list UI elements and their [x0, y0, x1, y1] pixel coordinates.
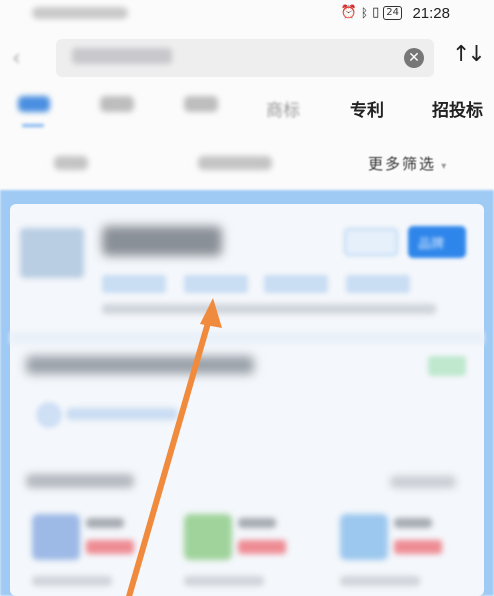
related-item-title [394, 518, 432, 528]
english-name [26, 356, 254, 374]
sort-icon[interactable]: ↑↓ [452, 42, 486, 67]
tab-patent[interactable]: 专利 [350, 96, 384, 121]
vibrate-icon: ▯ [372, 5, 380, 20]
divider [10, 332, 484, 344]
search-input[interactable]: ✕ [56, 39, 434, 77]
active-tab-indicator [22, 124, 44, 127]
status-bar: ⏰ ᛒ ▯ 24 21:28 [0, 0, 494, 28]
section-more-link[interactable] [390, 476, 456, 488]
search-header: ‹ ✕ ↑↓ [0, 30, 494, 86]
related-item-badge [238, 540, 286, 554]
filter-row: 更多筛选 ▾ [0, 140, 494, 184]
company-tag [102, 275, 166, 293]
tab-all[interactable] [18, 96, 50, 127]
tab-bidding[interactable]: 招投标 [432, 96, 483, 121]
filter-region[interactable] [54, 156, 88, 170]
status-badge [428, 356, 466, 376]
tab-people[interactable] [100, 96, 134, 117]
phone-icon[interactable] [36, 402, 62, 428]
related-item-sub [32, 576, 112, 586]
clock: 21:28 [412, 5, 450, 22]
company-tag [264, 275, 328, 293]
related-item-badge [86, 540, 134, 554]
phone-number[interactable] [66, 408, 178, 420]
company-tag [346, 275, 410, 293]
related-item-badge [394, 540, 442, 554]
chevron-down-icon: ▾ [436, 161, 449, 172]
app-screen: ⏰ ᛒ ▯ 24 21:28 ‹ ✕ ↑↓ 商标 专利 招投标 更多筛选 ▾ 品… [0, 0, 494, 596]
alarm-icon: ⏰ [340, 5, 357, 20]
related-section-title [26, 474, 134, 488]
battery-icon: 24 [383, 5, 402, 20]
status-icons: ⏰ ᛒ ▯ 24 [341, 5, 402, 20]
more-filters-button[interactable]: 更多筛选 ▾ [368, 153, 448, 174]
related-item-title [238, 518, 276, 528]
search-query [72, 48, 172, 64]
related-item-title [86, 518, 124, 528]
tab-other[interactable] [184, 96, 218, 117]
company-info-line [102, 304, 436, 314]
bluetooth-icon: ᛒ [360, 5, 369, 20]
company-name [102, 226, 222, 256]
category-tabs: 商标 专利 招投标 [0, 92, 494, 128]
carrier-info [32, 7, 128, 19]
related-item-icon[interactable] [184, 514, 232, 560]
related-item-icon[interactable] [32, 514, 80, 560]
related-item-sub [184, 576, 264, 586]
filter-date[interactable] [198, 156, 272, 170]
tab-trademark[interactable]: 商标 [266, 96, 300, 121]
back-icon[interactable]: ‹ [12, 46, 32, 71]
follow-button[interactable] [344, 228, 398, 256]
brand-button[interactable]: 品牌 [408, 226, 466, 258]
related-item-sub [340, 576, 420, 586]
company-tag [184, 275, 248, 293]
company-logo [20, 228, 84, 278]
related-item-icon[interactable] [340, 514, 388, 560]
close-circle-icon[interactable]: ✕ [404, 48, 424, 68]
